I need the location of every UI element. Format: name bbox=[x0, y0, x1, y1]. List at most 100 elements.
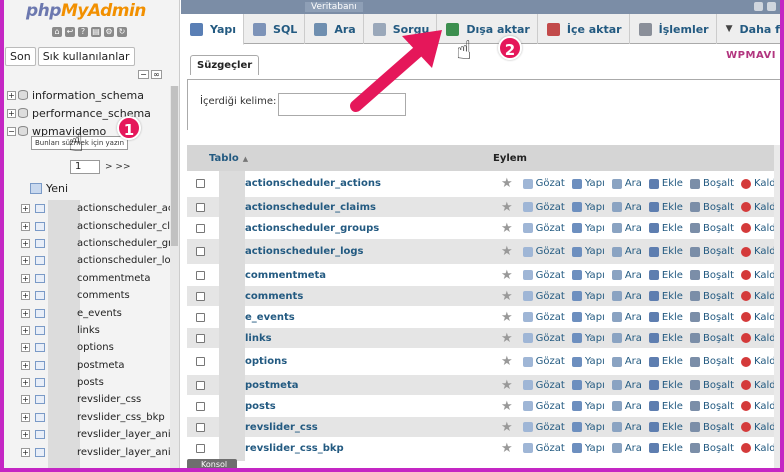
table-name-link[interactable]: actionscheduler_logs bbox=[245, 246, 363, 257]
sidebar-table-item[interactable]: + posts bbox=[4, 374, 172, 391]
table-name-link[interactable]: links bbox=[245, 333, 272, 344]
expand-icon[interactable]: + bbox=[21, 412, 30, 422]
home-icon[interactable]: ⌂ bbox=[52, 27, 62, 37]
favorite-star-icon[interactable]: ★ bbox=[501, 441, 513, 456]
tab-import[interactable]: İçe aktar bbox=[538, 14, 630, 44]
settings-icon[interactable]: ⚙ bbox=[104, 27, 114, 37]
expand-icon[interactable]: + bbox=[21, 447, 30, 457]
browse-action[interactable]: Gözat bbox=[522, 246, 565, 257]
sidebar-table-item[interactable]: + revslider_layer_anim bbox=[4, 443, 172, 460]
insert-action[interactable]: Ekle bbox=[648, 401, 683, 412]
structure-action[interactable]: Yapı bbox=[571, 270, 605, 281]
table-name-link[interactable]: options bbox=[245, 356, 287, 367]
empty-action[interactable]: Boşalt bbox=[689, 312, 734, 323]
content-scrollbar[interactable] bbox=[774, 145, 780, 468]
row-checkbox[interactable] bbox=[196, 202, 205, 212]
search-action[interactable]: Ara bbox=[611, 246, 642, 257]
favorite-star-icon[interactable]: ★ bbox=[501, 268, 513, 283]
sidebar-table-item[interactable]: + postmeta bbox=[4, 357, 172, 374]
structure-action[interactable]: Yapı bbox=[571, 443, 605, 454]
insert-action[interactable]: Ekle bbox=[648, 246, 683, 257]
empty-action[interactable]: Boşalt bbox=[689, 291, 734, 302]
insert-action[interactable]: Ekle bbox=[648, 333, 683, 344]
expand-icon[interactable]: + bbox=[21, 256, 30, 266]
database-item[interactable]: + performance_schema bbox=[4, 104, 170, 122]
insert-action[interactable]: Ekle bbox=[648, 443, 683, 454]
structure-action[interactable]: Yapı bbox=[571, 422, 605, 433]
browse-action[interactable]: Gözat bbox=[522, 223, 565, 234]
browse-action[interactable]: Gözat bbox=[522, 380, 565, 391]
search-action[interactable]: Ara bbox=[611, 270, 642, 281]
settings-gear-icon[interactable] bbox=[754, 2, 763, 11]
sidebar-table-item[interactable]: + revslider_css bbox=[4, 391, 172, 408]
tab-more[interactable]: ▼Daha fazla bbox=[717, 14, 780, 44]
new-table-link[interactable]: Yeni bbox=[30, 182, 68, 195]
search-action[interactable]: Ara bbox=[611, 401, 642, 412]
expand-icon[interactable]: + bbox=[21, 204, 30, 214]
collapse-arrow-icon[interactable] bbox=[767, 2, 776, 11]
row-checkbox[interactable] bbox=[196, 223, 205, 233]
tab-operations[interactable]: İşlemler bbox=[630, 14, 717, 44]
empty-action[interactable]: Boşalt bbox=[689, 443, 734, 454]
row-checkbox[interactable] bbox=[196, 422, 205, 432]
browse-action[interactable]: Gözat bbox=[522, 291, 565, 302]
structure-action[interactable]: Yapı bbox=[571, 223, 605, 234]
row-checkbox[interactable] bbox=[196, 443, 205, 453]
sidebar-table-item[interactable]: + actionscheduler_gro bbox=[4, 235, 172, 252]
favorite-star-icon[interactable]: ★ bbox=[501, 310, 513, 325]
collapse-all-icon[interactable]: − bbox=[138, 70, 149, 79]
expand-icon[interactable]: + bbox=[21, 430, 30, 440]
expand-icon[interactable]: + bbox=[21, 238, 30, 248]
breadcrumb-database[interactable]: Veritabanı bbox=[305, 2, 363, 12]
insert-action[interactable]: Ekle bbox=[648, 422, 683, 433]
phpmyadmin-logo[interactable]: phpMyAdmin bbox=[26, 1, 146, 21]
structure-action[interactable]: Yapı bbox=[571, 246, 605, 257]
insert-action[interactable]: Ekle bbox=[648, 202, 683, 213]
table-name-link[interactable]: actionscheduler_groups bbox=[245, 223, 379, 234]
browse-action[interactable]: Gözat bbox=[522, 443, 565, 454]
search-action[interactable]: Ara bbox=[611, 223, 642, 234]
favorite-star-icon[interactable]: ★ bbox=[501, 200, 513, 215]
table-name-link[interactable]: revslider_css bbox=[245, 422, 318, 433]
table-name-link[interactable]: actionscheduler_actions bbox=[245, 178, 381, 189]
search-action[interactable]: Ara bbox=[611, 312, 642, 323]
favorites-button[interactable]: Sık kullanılanlar bbox=[37, 47, 135, 66]
table-name-link[interactable]: postmeta bbox=[245, 380, 299, 391]
table-name-link[interactable]: e_events bbox=[245, 312, 295, 323]
reload-icon[interactable]: ↻ bbox=[117, 27, 127, 37]
row-checkbox[interactable] bbox=[196, 357, 205, 366]
structure-action[interactable]: Yapı bbox=[571, 333, 605, 344]
search-action[interactable]: Ara bbox=[611, 291, 642, 302]
search-action[interactable]: Ara bbox=[611, 380, 642, 391]
empty-action[interactable]: Boşalt bbox=[689, 202, 734, 213]
page-dropdown[interactable]: 1 bbox=[70, 160, 100, 174]
scrollbar-thumb[interactable] bbox=[171, 86, 178, 246]
docs-icon[interactable]: ? bbox=[78, 27, 88, 37]
structure-action[interactable]: Yapı bbox=[571, 202, 605, 213]
row-checkbox[interactable] bbox=[196, 270, 205, 280]
empty-action[interactable]: Boşalt bbox=[689, 246, 734, 257]
sidebar-table-item[interactable]: + revslider_css_bkp bbox=[4, 409, 172, 426]
insert-action[interactable]: Ekle bbox=[648, 380, 683, 391]
empty-action[interactable]: Boşalt bbox=[689, 401, 734, 412]
insert-action[interactable]: Ekle bbox=[648, 312, 683, 323]
insert-action[interactable]: Ekle bbox=[648, 356, 683, 367]
expand-icon[interactable]: + bbox=[7, 90, 16, 100]
browse-action[interactable]: Gözat bbox=[522, 270, 565, 281]
sidebar-table-item[interactable]: + commentmeta bbox=[4, 270, 172, 287]
expand-icon[interactable]: + bbox=[21, 273, 30, 283]
empty-action[interactable]: Boşalt bbox=[689, 178, 734, 189]
structure-action[interactable]: Yapı bbox=[571, 291, 605, 302]
expand-icon[interactable]: + bbox=[21, 308, 30, 318]
browse-action[interactable]: Gözat bbox=[522, 356, 565, 367]
search-action[interactable]: Ara bbox=[611, 178, 642, 189]
row-checkbox[interactable] bbox=[196, 333, 205, 343]
structure-action[interactable]: Yapı bbox=[571, 356, 605, 367]
search-action[interactable]: Ara bbox=[611, 422, 642, 433]
search-action[interactable]: Ara bbox=[611, 443, 642, 454]
structure-action[interactable]: Yapı bbox=[571, 312, 605, 323]
sidebar-table-item[interactable]: + actionscheduler_log bbox=[4, 252, 172, 269]
row-checkbox[interactable] bbox=[196, 380, 205, 390]
table-name-link[interactable]: actionscheduler_claims bbox=[245, 202, 376, 213]
structure-action[interactable]: Yapı bbox=[571, 380, 605, 391]
